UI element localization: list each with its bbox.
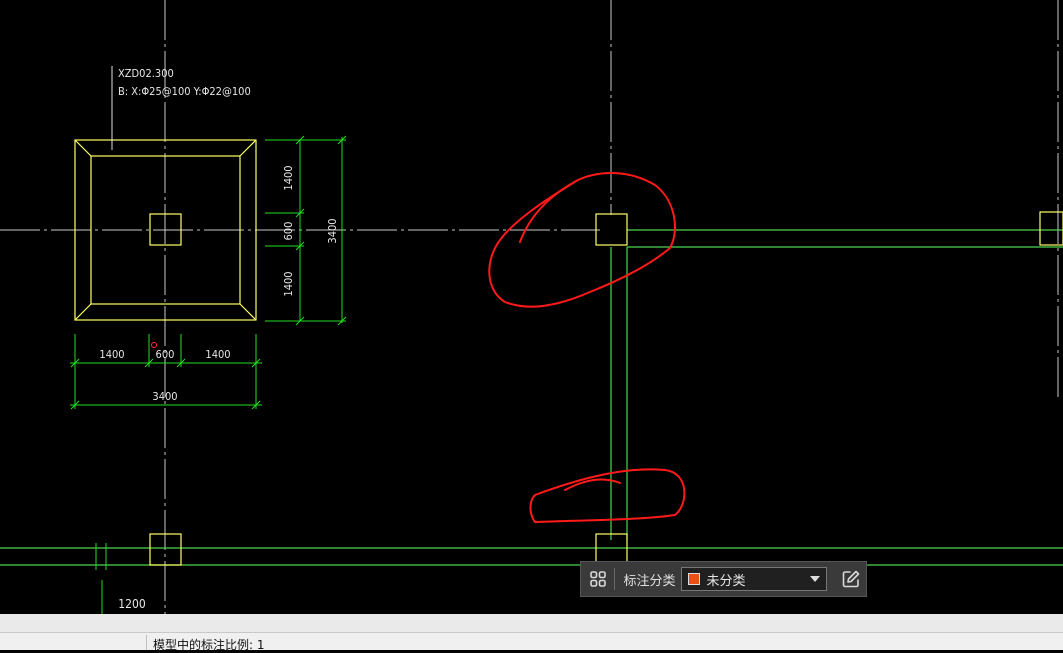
category-label: 标注分类 xyxy=(623,573,676,589)
grid-icon xyxy=(589,571,606,587)
dim-horizontal-left: 1400 xyxy=(99,348,124,361)
status-bar-upper-strip xyxy=(0,614,1063,633)
dropdown-arrow-icon xyxy=(810,576,821,582)
status-bar: 模型中的标注比例: 1 xyxy=(0,614,1063,652)
cad-drawing-canvas[interactable]: XZD02.300 B: X:Φ25@100 Y:Φ22@100 1400 60… xyxy=(0,0,1063,614)
dim-horizontal-middle: 600 xyxy=(156,348,175,361)
category-dropdown[interactable]: 未分类 xyxy=(681,567,828,591)
annotation-category-toolbar: 标注分类 未分类 xyxy=(580,561,867,597)
dim-horizontal-right: 1400 xyxy=(205,348,230,361)
edit-icon xyxy=(842,570,860,588)
edit-button[interactable] xyxy=(836,564,866,594)
grid-button[interactable] xyxy=(581,562,614,596)
dim-vertical-upper: 1400 xyxy=(282,165,295,190)
dim-vertical-total: 3400 xyxy=(326,218,339,243)
annotation-scale-text: 模型中的标注比例: 1 xyxy=(153,638,265,652)
category-value: 未分类 xyxy=(706,573,746,589)
footing-label: XZD02.300 xyxy=(118,67,174,80)
dim-horizontal-total: 3400 xyxy=(152,390,177,403)
dim-vertical-middle: 600 xyxy=(282,222,295,241)
dim-bottom-left: 1200 xyxy=(118,597,146,611)
dim-vertical-lower: 1400 xyxy=(282,271,295,296)
footing-rebar-text: B: X:Φ25@100 Y:Φ22@100 xyxy=(118,85,251,98)
category-color-swatch xyxy=(688,573,701,585)
status-divider xyxy=(146,635,147,650)
toolbar-separator xyxy=(614,568,616,590)
